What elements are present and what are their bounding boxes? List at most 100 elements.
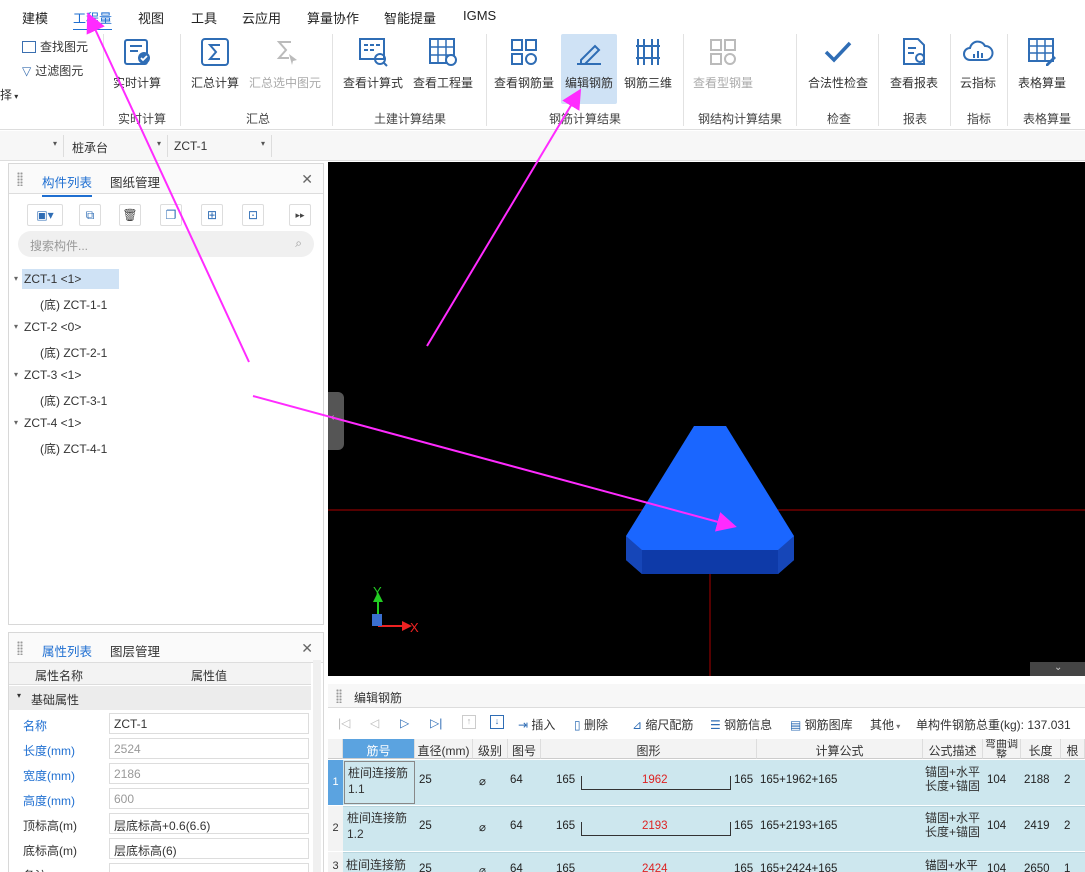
legality-check-button[interactable]: 合法性检查	[804, 36, 872, 91]
cell-grade[interactable]: ⌀	[479, 863, 486, 872]
col-figure-no[interactable]: 图号	[508, 739, 541, 759]
cell-formula[interactable]: 165+2193+165	[760, 820, 837, 832]
col-grade[interactable]: 级别	[473, 739, 508, 759]
cell-figure-mid[interactable]: 2193	[642, 820, 668, 832]
cell-figure-no[interactable]: 64	[510, 820, 523, 832]
filter-element-button[interactable]: ▽ 过滤图元	[22, 62, 83, 79]
cell-grade[interactable]: ⌀	[479, 774, 486, 788]
prev-icon[interactable]: ◁	[370, 716, 379, 730]
move-up-icon[interactable]: ↑	[462, 715, 476, 729]
cell-bend[interactable]: 104	[987, 820, 1006, 832]
cell-diameter[interactable]: 25	[419, 774, 432, 786]
cell-diameter[interactable]: 25	[419, 820, 432, 832]
view-report-button[interactable]: 查看报表	[886, 36, 942, 91]
new-component-button[interactable]: ▣▾	[27, 204, 63, 226]
tree-child-zct1-1[interactable]: (底) ZCT-1-1	[40, 296, 107, 313]
delete-row-button[interactable]: ▯ 删除	[574, 716, 608, 733]
cell-bend[interactable]: 104	[987, 863, 1006, 872]
close-icon[interactable]: ✕	[301, 640, 313, 657]
rebar-library-button[interactable]: ▤ 钢筋图库	[790, 716, 853, 733]
cell-length[interactable]: 2650	[1024, 863, 1050, 872]
copy-button[interactable]: ⧉	[79, 204, 101, 226]
menu-smart-extract[interactable]: 智能提量	[384, 8, 436, 27]
expand-icon[interactable]: ▾	[14, 418, 18, 427]
menu-tools[interactable]: 工具	[191, 8, 217, 27]
menu-igms[interactable]: IGMS	[463, 8, 496, 23]
more-button[interactable]: ▸▸	[289, 204, 311, 226]
expand-icon[interactable]: ▾	[14, 322, 18, 331]
property-value-input[interactable]: 层底标高(6)	[109, 838, 309, 859]
drag-grip-icon[interactable]	[17, 172, 23, 186]
menu-quantity[interactable]: 工程量	[73, 8, 113, 31]
cell-formula-desc[interactable]: 锚固+水平长度+锚固	[925, 811, 983, 839]
cell-count[interactable]: 1	[1064, 863, 1070, 872]
col-bend-adjust[interactable]: 弯曲调整	[983, 739, 1021, 759]
cell-grade[interactable]: ⌀	[479, 820, 486, 834]
property-value-input[interactable]: 600	[109, 788, 309, 809]
table-calc-button[interactable]: 表格算量	[1014, 36, 1070, 91]
cell-rebar-name[interactable]: 桩间连接筋1.1	[344, 761, 415, 804]
find-element-button[interactable]: 查找图元	[22, 38, 88, 55]
cell-formula[interactable]: 165+1962+165	[760, 774, 837, 786]
cell-formula[interactable]: 165+2424+165	[760, 863, 837, 872]
property-value-input[interactable]	[109, 863, 309, 872]
col-formula[interactable]: 计算公式	[757, 739, 923, 759]
menu-collaboration[interactable]: 算量协作	[307, 8, 359, 27]
cell-figure-mid[interactable]: 1962	[642, 774, 668, 786]
cell-length[interactable]: 2188	[1024, 774, 1050, 786]
property-scrollbar[interactable]	[313, 660, 321, 872]
cell-length[interactable]: 2419	[1024, 820, 1050, 832]
export-button[interactable]: ⊡	[242, 204, 264, 226]
tree-node-zct2[interactable]: ZCT-2 <0>	[24, 320, 81, 334]
expand-icon[interactable]: ▾	[14, 370, 18, 379]
menu-view[interactable]: 视图	[138, 8, 164, 27]
component-search-input[interactable]: 搜索构件... ⌕	[18, 231, 314, 257]
property-value-input[interactable]: 2524	[109, 738, 309, 759]
tree-child-zct4-1[interactable]: (底) ZCT-4-1	[40, 440, 107, 457]
last-icon[interactable]: ▷|	[430, 716, 442, 730]
scale-rebar-button[interactable]: ⊿ 缩尺配筋	[632, 716, 693, 733]
select-dropdown[interactable]: 择 ▾	[0, 86, 18, 103]
cell-figure-no[interactable]: 64	[510, 774, 523, 786]
expand-icon[interactable]: ▾	[14, 274, 18, 283]
cell-count[interactable]: 2	[1064, 820, 1070, 832]
blank-select[interactable]: ▾	[0, 135, 64, 157]
first-icon[interactable]: |◁	[338, 716, 350, 730]
cell-diameter[interactable]: 25	[419, 863, 432, 872]
3d-viewport[interactable]: Y X ‹ ⌄	[328, 162, 1085, 676]
cell-figure-no[interactable]: 64	[510, 863, 523, 872]
tree-child-zct2-1[interactable]: (底) ZCT-2-1	[40, 344, 107, 361]
tree-node-zct3[interactable]: ZCT-3 <1>	[24, 368, 81, 382]
collapse-left-handle[interactable]: ‹	[328, 392, 344, 450]
other-dropdown[interactable]: 其他 ▾	[870, 716, 900, 733]
menu-cloud-app[interactable]: 云应用	[242, 8, 281, 27]
property-group-basic[interactable]: ▾ 基础属性	[9, 686, 311, 710]
component-select[interactable]: ZCT-1 ▾	[168, 135, 272, 157]
layer-copy-button[interactable]: ❐	[160, 204, 182, 226]
tree-child-zct3-1[interactable]: (底) ZCT-3-1	[40, 392, 107, 409]
col-figure[interactable]: 图形	[541, 739, 757, 759]
tab-layer-management[interactable]: 图层管理	[110, 641, 160, 660]
cell-figure-mid[interactable]: 2424	[642, 863, 668, 872]
col-diameter[interactable]: 直径(mm)	[415, 739, 473, 759]
collapse-bottom-handle[interactable]: ⌄	[1030, 662, 1085, 676]
drag-grip-icon[interactable]	[336, 689, 342, 703]
col-count[interactable]: 根	[1061, 739, 1085, 759]
delete-button[interactable]: 🗑	[119, 204, 141, 226]
col-formula-desc[interactable]: 公式描述	[923, 739, 983, 759]
menu-modeling[interactable]: 建模	[22, 8, 48, 27]
property-value-input[interactable]: 2186	[109, 763, 309, 784]
cloud-index-button[interactable]: 云指标	[956, 36, 1000, 91]
cell-formula-desc[interactable]: 锚固+水平长度+锚固	[925, 765, 983, 793]
view-formula-button[interactable]: 查看计算式	[340, 36, 406, 91]
col-rebar-no[interactable]: 筋号	[343, 739, 415, 759]
tab-drawing-management[interactable]: 图纸管理	[110, 172, 160, 191]
rebar-info-button[interactable]: ☰ 钢筋信息	[710, 716, 772, 733]
realtime-calc-button[interactable]: 实时计算	[110, 36, 164, 91]
property-value-input[interactable]: 层底标高+0.6(6.6)	[109, 813, 309, 834]
rebar-3d-button[interactable]: 钢筋三维	[621, 36, 675, 91]
move-down-icon[interactable]: ↓	[490, 715, 504, 729]
property-value-input[interactable]: ZCT-1	[109, 713, 309, 734]
tab-component-list[interactable]: 构件列表	[42, 172, 93, 197]
cell-bend[interactable]: 104	[987, 774, 1006, 786]
